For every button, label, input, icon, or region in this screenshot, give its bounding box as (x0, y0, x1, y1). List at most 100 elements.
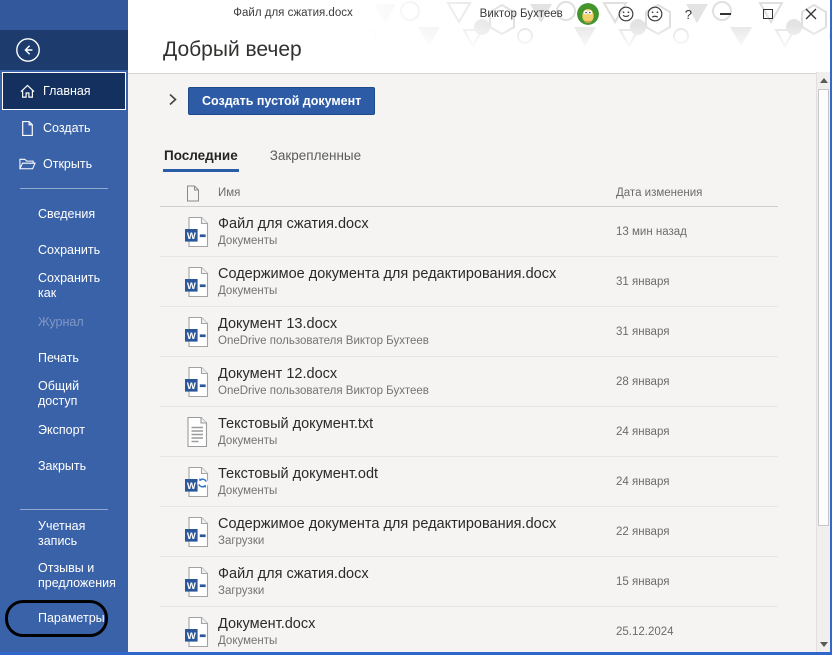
sidebar-item-label: Сведения (38, 206, 96, 221)
word-docx-icon: W (184, 216, 210, 248)
recent-pinned-tabs: Последние Закрепленные (163, 148, 362, 172)
titlebar: Файл для сжатия.docx Виктор Бухтеев ? (128, 0, 830, 28)
home-icon (19, 83, 36, 100)
greeting-heading: Добрый вечер (163, 38, 302, 61)
sidebar-item-print[interactable]: Печать (0, 340, 128, 376)
file-location: Документы (218, 634, 278, 647)
backstage-sidebar: Главная Создать Открыть Сведения Сохрани… (0, 0, 128, 652)
file-date: 31 января (616, 325, 670, 338)
sidebar-item-label: Печать (38, 350, 79, 365)
file-date: 13 мин назад (616, 225, 687, 238)
maximize-button[interactable] (761, 7, 775, 21)
sidebar-item-label: Учетная запись (38, 519, 86, 548)
recent-file-row[interactable]: W Документ 13.docx OneDrive пользователя… (160, 307, 778, 357)
user-name: Виктор Бухтеев (479, 8, 563, 20)
expand-gallery-button[interactable] (168, 93, 179, 109)
recent-file-row[interactable]: W Файл для сжатия.docx Документы 13 мин … (160, 207, 778, 257)
header-divider (128, 73, 830, 74)
window-title: Файл для сжатия.docx (233, 7, 353, 19)
sidebar-nav: Главная Создать Открыть Сведения Сохрани… (0, 72, 128, 636)
svg-text:W: W (187, 631, 196, 642)
recent-file-row[interactable]: Текстовый документ.txt Документы 24 янва… (160, 407, 778, 457)
sidebar-item-home[interactable]: Главная (2, 72, 126, 110)
sidebar-item-export[interactable]: Экспорт (0, 412, 128, 448)
sidebar-item-label: Журнал (38, 314, 84, 329)
file-location: OneDrive пользователя Виктор Бухтеев (218, 384, 429, 397)
tab-label: Последние (164, 148, 238, 163)
column-header-date[interactable]: Дата изменения (616, 187, 702, 199)
file-location: Документы (218, 484, 278, 497)
recent-file-row[interactable]: W Текстовый документ.odt Документы 24 ян… (160, 457, 778, 507)
minimize-button[interactable] (718, 7, 732, 21)
sidebar-top-strip (0, 0, 128, 30)
file-name: Содержимое документа для редактирования.… (218, 265, 557, 282)
file-name: Файл для сжатия.docx (218, 215, 369, 232)
word-docx-icon: W (184, 616, 210, 648)
tab-pinned[interactable]: Закрепленные (269, 148, 362, 172)
list-header: Имя Дата изменения (160, 180, 778, 207)
sidebar-item-label: Сохранить (38, 242, 101, 257)
sidebar-item-close[interactable]: Закрыть (0, 448, 128, 484)
sidebar-item-label: Отзывы и предложения (38, 561, 116, 590)
file-date: 22 января (616, 525, 670, 538)
document-icon (186, 185, 200, 202)
create-document-row: Создать пустой документ (168, 87, 376, 115)
close-icon (805, 8, 817, 20)
sidebar-item-history[interactable]: Журнал (0, 304, 128, 340)
scrollbar-thumb[interactable] (818, 89, 829, 526)
minimize-icon (719, 13, 731, 15)
sidebar-item-account[interactable]: Учетная запись (0, 516, 128, 552)
recent-file-row[interactable]: W Содержимое документа для редактировани… (160, 257, 778, 307)
file-location: Загрузки (218, 534, 265, 547)
file-name: Текстовый документ.odt (218, 465, 379, 482)
main-body: Создать пустой документ Последние Закрепл… (128, 74, 830, 652)
sidebar-item-open[interactable]: Открыть (0, 146, 128, 182)
recent-file-row[interactable]: W Документ 12.docx OneDrive пользователя… (160, 357, 778, 407)
file-date: 24 января (616, 475, 670, 488)
svg-text:W: W (187, 481, 196, 492)
help-button[interactable]: ? (685, 7, 692, 22)
sidebar-item-create[interactable]: Создать (0, 110, 128, 146)
column-header-name[interactable]: Имя (218, 187, 240, 199)
sidebar-item-label: Открыть (43, 156, 93, 171)
file-location: OneDrive пользователя Виктор Бухтеев (218, 334, 429, 347)
close-button[interactable] (804, 7, 818, 21)
backstage-main: Файл для сжатия.docx Виктор Бухтеев ? До… (128, 0, 830, 652)
file-date: 31 января (616, 275, 670, 288)
sidebar-item-label: Закрыть (38, 458, 87, 473)
recent-file-row[interactable]: W Содержимое документа для редактировани… (160, 507, 778, 557)
sidebar-item-feedback[interactable]: Отзывы и предложения (0, 552, 128, 600)
text-file-icon (184, 416, 210, 448)
recent-files-list: Имя Дата изменения W Файл для сжатия.doc… (160, 180, 778, 652)
tab-label: Закрепленные (269, 148, 362, 163)
sidebar-item-label: Параметры (38, 610, 105, 625)
sidebar-divider (20, 509, 108, 510)
scrollbar-up-button[interactable] (817, 72, 830, 88)
svg-text:W: W (187, 531, 196, 542)
file-name: Документ 12.docx (218, 365, 338, 382)
feedback-smile-button[interactable] (617, 5, 635, 23)
scrollbar-down-button[interactable] (817, 636, 830, 652)
create-blank-document-button[interactable]: Создать пустой документ (188, 87, 376, 115)
word-backstage-window: Главная Создать Открыть Сведения Сохрани… (0, 0, 832, 655)
sidebar-item-save-as[interactable]: Сохранить как (0, 268, 128, 304)
tab-recent[interactable]: Последние (163, 148, 239, 172)
back-button[interactable] (15, 37, 41, 63)
smiley-face-icon (617, 5, 635, 23)
recent-file-row[interactable]: W Файл для сжатия.docx Загрузки 15 январ… (160, 557, 778, 607)
arrow-up-icon (819, 77, 828, 83)
user-avatar[interactable] (576, 3, 599, 25)
vertical-scrollbar[interactable] (816, 72, 830, 652)
recent-file-row[interactable]: W Документ.docx Документы 25.12.2024 (160, 607, 778, 652)
svg-text:W: W (187, 231, 196, 242)
sidebar-item-options[interactable]: Параметры (0, 600, 128, 636)
sidebar-item-label: Экспорт (38, 422, 85, 437)
frown-face-icon (646, 5, 664, 23)
sidebar-item-label: Сохранить как (38, 271, 101, 300)
file-name: Текстовый документ.txt (218, 415, 374, 432)
feedback-frown-button[interactable] (646, 5, 664, 23)
sidebar-item-info[interactable]: Сведения (0, 196, 128, 232)
file-name: Документ 13.docx (218, 315, 338, 332)
sidebar-item-share[interactable]: Общий доступ (0, 376, 128, 412)
sidebar-item-save[interactable]: Сохранить (0, 232, 128, 268)
